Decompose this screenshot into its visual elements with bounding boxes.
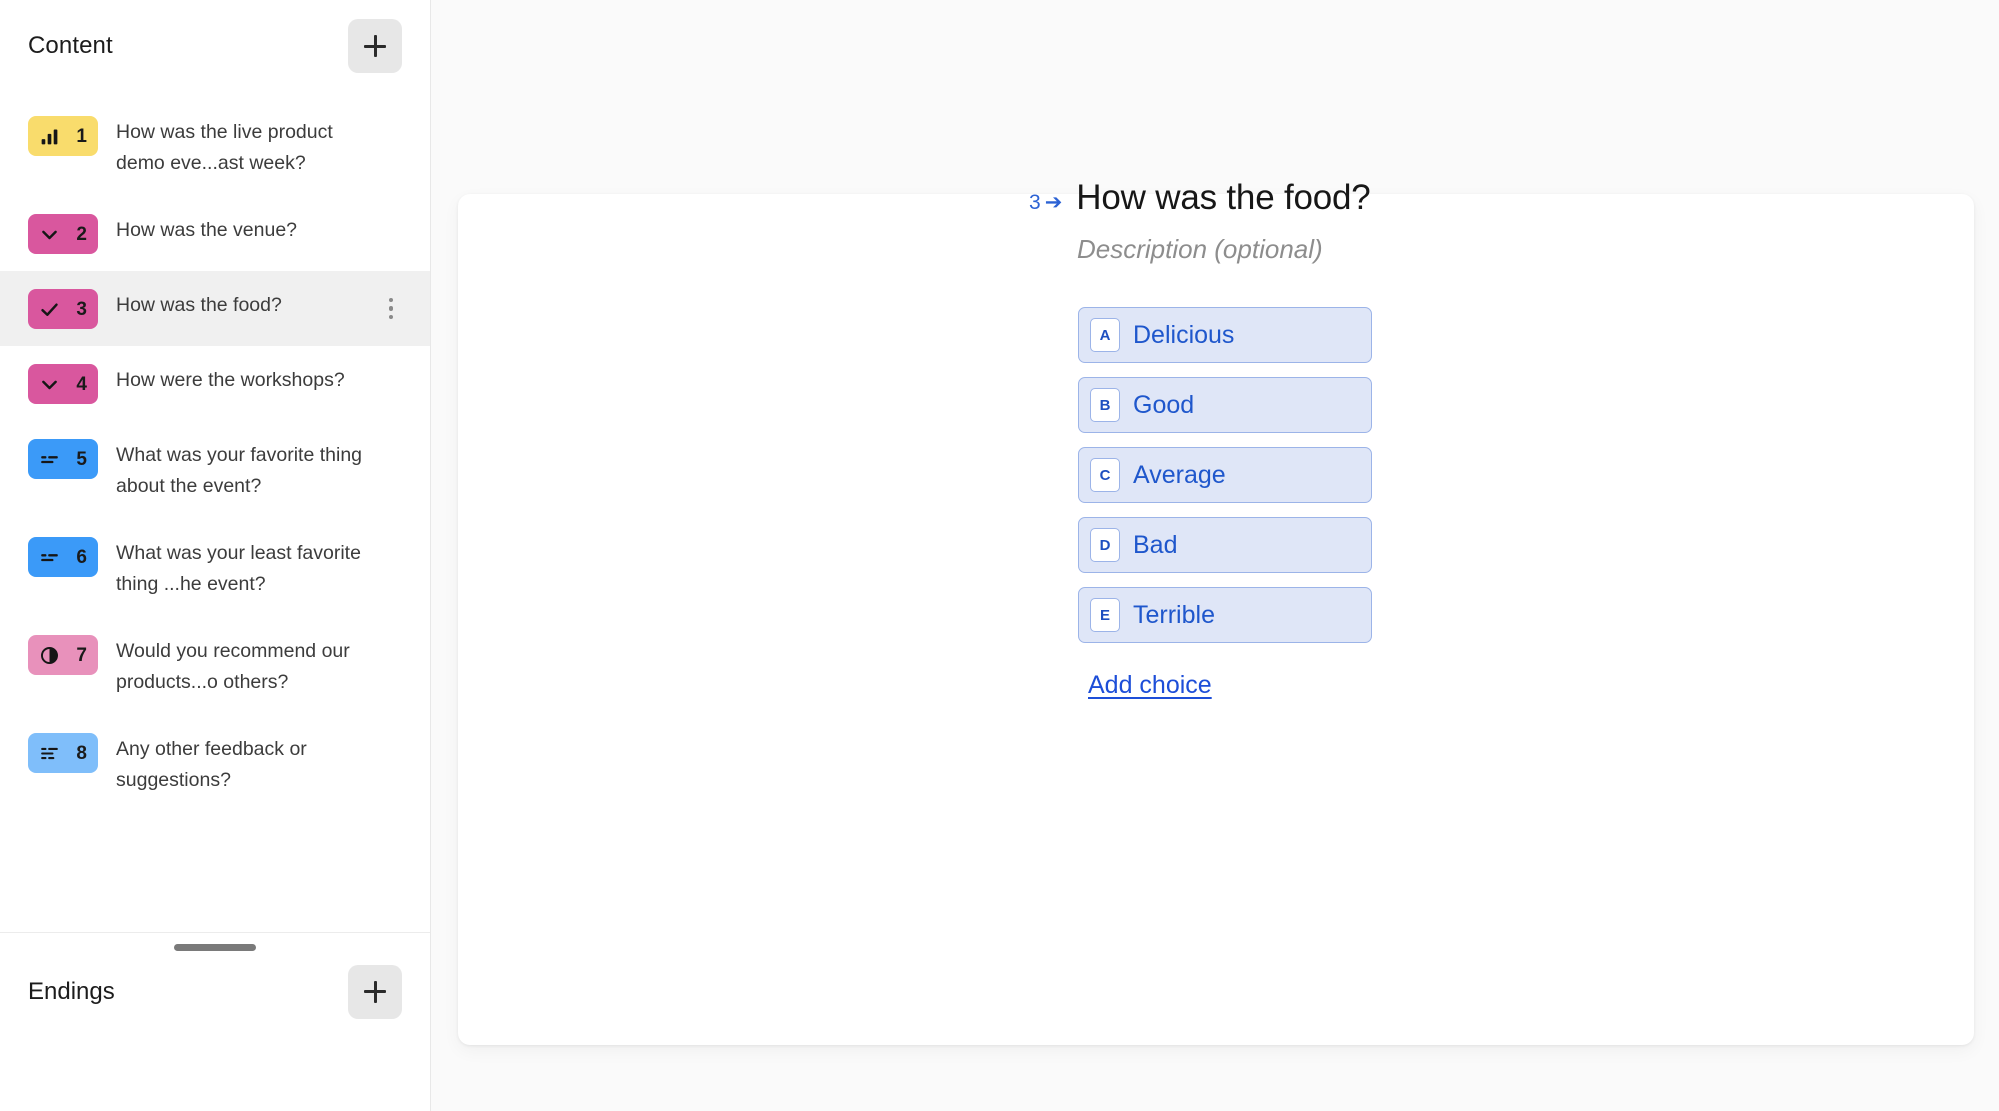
question-type-badge: 8 bbox=[28, 733, 98, 773]
question-number-badge: 8 bbox=[76, 742, 87, 764]
choice-option-D[interactable]: D Bad bbox=[1078, 517, 1372, 574]
question-type-badge: 1 bbox=[28, 116, 98, 156]
question-type-badge: 6 bbox=[28, 537, 98, 577]
plus-icon bbox=[364, 980, 386, 1003]
question-number-badge: 1 bbox=[76, 125, 87, 147]
choice-key-badge: B bbox=[1090, 388, 1120, 423]
choice-label[interactable]: Bad bbox=[1133, 532, 1177, 558]
dot bbox=[388, 306, 394, 311]
choice-key-badge: D bbox=[1090, 528, 1120, 563]
question-type-badge: 3 bbox=[28, 289, 98, 329]
long-text-icon bbox=[37, 741, 61, 765]
choice-option-C[interactable]: C Average bbox=[1078, 447, 1372, 504]
question-number-badge: 4 bbox=[76, 373, 87, 395]
app-root: Content 1 How was the live product demo e… bbox=[0, 0, 1999, 1111]
chevron-down-icon bbox=[37, 372, 61, 396]
add-content-button[interactable] bbox=[348, 19, 402, 73]
question-number-badge: 3 bbox=[76, 298, 87, 320]
sidebar-question-item-8[interactable]: 8 Any other feedback or suggestions? bbox=[0, 715, 430, 813]
dot bbox=[388, 314, 394, 320]
sidebar-question-item-7[interactable]: 7 Would you recommend our products...o ot… bbox=[0, 617, 430, 715]
short-text-icon bbox=[37, 545, 61, 569]
sidebar-question-item-6[interactable]: 6 What was your least favorite thing ...h… bbox=[0, 519, 430, 617]
sidebar-question-item-4[interactable]: 4 How were the workshops? bbox=[0, 346, 430, 421]
sidebar-question-label: How was the venue? bbox=[116, 219, 298, 241]
chevron-down-icon bbox=[37, 222, 61, 246]
choice-list: A Delicious B Good C Average D Bad E Terrible bbox=[1078, 307, 1669, 644]
sidebar-question-label: How was the food? bbox=[116, 294, 282, 316]
endings-section-title: Endings bbox=[28, 977, 115, 1005]
question-editor: 3 ➔ How was the food? Description (optio… bbox=[1029, 178, 1669, 700]
choice-label[interactable]: Terrible bbox=[1133, 602, 1215, 628]
question-number-value: 3 bbox=[1029, 191, 1041, 214]
choice-label[interactable]: Average bbox=[1133, 462, 1226, 488]
short-text-icon bbox=[37, 447, 61, 471]
sidebar-bottom-area bbox=[0, 1050, 430, 1111]
content-question-list[interactable]: 1 How was the live product demo eve...ast… bbox=[0, 92, 430, 932]
choice-option-B[interactable]: B Good bbox=[1078, 377, 1372, 434]
sidebar-question-label: What was your least favorite thing ...he… bbox=[116, 542, 361, 595]
choice-key-badge: A bbox=[1090, 318, 1120, 353]
question-type-badge: 5 bbox=[28, 439, 98, 479]
question-title-input[interactable]: How was the food? bbox=[1076, 178, 1370, 218]
plus-icon bbox=[364, 35, 386, 57]
question-number-badge: 2 bbox=[76, 223, 87, 245]
choice-key-badge: C bbox=[1090, 458, 1120, 493]
content-section-title: Content bbox=[28, 32, 113, 59]
sidebar-question-label: How were the workshops? bbox=[116, 369, 345, 391]
question-type-badge: 4 bbox=[28, 364, 98, 404]
question-number-badge: 5 bbox=[76, 448, 87, 470]
add-ending-button[interactable] bbox=[348, 964, 402, 1019]
sidebar-question-label: How was the live product demo eve...ast … bbox=[116, 121, 333, 174]
question-type-badge: 2 bbox=[28, 214, 98, 254]
sidebar-question-item-5[interactable]: 5 What was your favorite thing about the … bbox=[0, 421, 430, 519]
question-number-badge: 7 bbox=[76, 644, 87, 666]
drag-handle-icon[interactable] bbox=[174, 944, 256, 951]
add-choice-link[interactable]: Add choice bbox=[1088, 671, 1212, 700]
choice-label[interactable]: Good bbox=[1133, 392, 1194, 418]
choice-key-badge: E bbox=[1090, 598, 1120, 633]
endings-section-header: Endings bbox=[0, 932, 430, 1050]
dot bbox=[388, 297, 394, 303]
bar-chart-icon bbox=[37, 124, 61, 148]
more-vertical-icon[interactable] bbox=[378, 292, 404, 326]
check-icon bbox=[37, 297, 61, 321]
choice-option-E[interactable]: E Terrible bbox=[1078, 587, 1372, 644]
choice-option-A[interactable]: A Delicious bbox=[1078, 307, 1372, 364]
question-type-badge: 7 bbox=[28, 635, 98, 675]
editor-canvas: 3 ➔ How was the food? Description (optio… bbox=[431, 0, 1999, 1111]
sidebar-question-label: Would you recommend our products...o oth… bbox=[116, 640, 350, 693]
sidebar-question-label: What was your favorite thing about the e… bbox=[116, 444, 363, 497]
sidebar-question-item-3[interactable]: 3 How was the food? bbox=[0, 271, 430, 346]
question-number: 3 ➔ bbox=[1029, 192, 1062, 213]
sidebar: Content 1 How was the live product demo e… bbox=[0, 0, 431, 1111]
sidebar-question-item-1[interactable]: 1 How was the live product demo eve...ast… bbox=[0, 98, 430, 196]
question-title-row: 3 ➔ How was the food? bbox=[1029, 178, 1669, 218]
contrast-circle-icon bbox=[37, 643, 61, 667]
choice-label[interactable]: Delicious bbox=[1133, 322, 1234, 348]
question-number-badge: 6 bbox=[76, 546, 87, 568]
sidebar-question-label: Any other feedback or suggestions? bbox=[116, 738, 307, 791]
arrow-right-icon: ➔ bbox=[1044, 191, 1063, 214]
sidebar-question-item-2[interactable]: 2 How was the venue? bbox=[0, 196, 430, 271]
question-description-input[interactable]: Description (optional) bbox=[1077, 234, 1669, 265]
content-section-header: Content bbox=[0, 0, 430, 92]
